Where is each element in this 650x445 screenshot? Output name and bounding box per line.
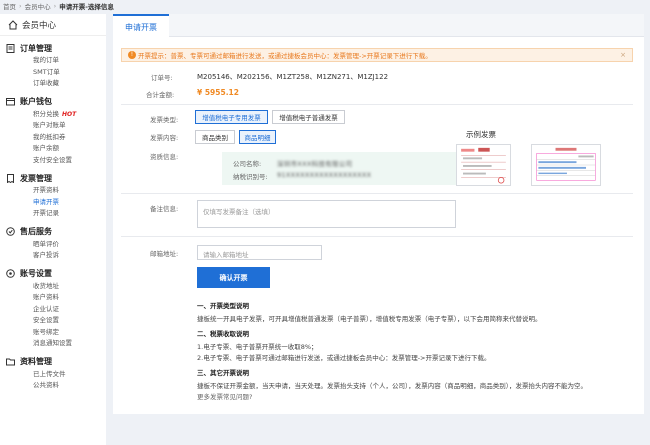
notice-banner: ! 开票提示：普票、专票可通过邮箱进行发送，或通过捷板会员中心：发票管理->开票…	[121, 48, 633, 62]
sidebar-item-invoice-records[interactable]: 开票记录	[0, 208, 106, 220]
sidebar-group-header: 账户钱包	[0, 95, 106, 109]
help-heading-1: 一、开票类型说明	[197, 302, 249, 310]
order-icon	[6, 43, 15, 53]
breadcrumb-member-center[interactable]: 会员中心	[25, 1, 51, 11]
qualification-label: 资质信息:	[150, 153, 179, 161]
sidebar-title-label: 会员中心	[22, 20, 57, 31]
sidebar-group-title: 资料管理	[20, 357, 52, 366]
invoice-icon	[7, 173, 14, 183]
sidebar-item-label: 积分兑换	[33, 109, 59, 118]
email-label: 邮箱地址:	[150, 250, 179, 258]
sidebar-group-title: 账户钱包	[20, 97, 52, 106]
sidebar-group-invoice: 发票管理 开票资料 申请开票 开票记录	[0, 171, 106, 220]
folder-icon	[6, 358, 15, 366]
sidebar-group-files: 资料管理 已上传文件 公共资料	[0, 355, 106, 392]
sidebar-group-title: 售后服务	[20, 227, 52, 236]
divider	[121, 236, 633, 237]
invoice-content-label: 发票内容:	[150, 134, 179, 142]
invoice-content-detail[interactable]: 商品明细	[239, 130, 276, 144]
sidebar-item-complaints[interactable]: 客户投诉	[0, 250, 106, 262]
sidebar-item-apply-invoice[interactable]: 申请开票	[0, 197, 106, 209]
company-name-label: 公司名称:	[233, 160, 262, 168]
tax-id-label: 纳税识别号:	[233, 173, 268, 181]
sidebar-group-header: 账号设置	[0, 267, 106, 281]
sidebar-item-binding[interactable]: 账号绑定	[0, 327, 106, 339]
sidebar-item-notifications[interactable]: 消息通知设置	[0, 338, 106, 350]
breadcrumb: 首页 › 会员中心 › 申请开票-选择信息	[0, 0, 650, 12]
help-text-2a: 1.电子专票、电子普票开票统一收取8%；	[197, 343, 318, 351]
sidebar-title[interactable]: 会员中心	[0, 14, 106, 36]
invoice-type-special[interactable]: 增值税电子专用发票	[195, 110, 268, 124]
invoice-content-category[interactable]: 商品类别	[195, 130, 235, 144]
sidebar-group-orders: 订单管理 我的订单 SMT订单 订单收藏	[0, 41, 106, 90]
sidebar-item-smt-orders[interactable]: SMT订单	[0, 67, 106, 79]
sidebar-item-coupons[interactable]: 我的抵扣券	[0, 132, 106, 144]
order-number-label: 订单号:	[151, 74, 173, 82]
divider	[121, 104, 633, 105]
warning-icon: !	[128, 51, 136, 59]
sidebar-item-my-orders[interactable]: 我的订单	[0, 55, 106, 67]
order-number-value: M205146、M202156、M1ZT258、M1ZN271、M1ZJ122	[197, 73, 389, 81]
sidebar-group-header: 售后服务	[0, 225, 106, 239]
sidebar-item-company-cert[interactable]: 企业认证	[0, 304, 106, 316]
invoice-type-label: 发票类型:	[150, 116, 179, 124]
sidebar-item-balance[interactable]: 账户余额	[0, 143, 106, 155]
help-heading-2: 二、税票收取说明	[197, 330, 249, 338]
help-text-1: 捷板统一开具电子发票，可开具增值税普通发票（电子普票），增值税专用发票（电子专票…	[197, 315, 542, 323]
sidebar-item-address[interactable]: 收货地址	[0, 281, 106, 293]
sidebar-item-payment-security[interactable]: 支付安全设置	[0, 155, 106, 167]
sidebar: 会员中心 订单管理 我的订单 SMT订单 订单收藏 账户钱包 积分兑换 HOT 账…	[0, 14, 106, 445]
tab-bar	[113, 14, 644, 37]
help-heading-3: 三、其它开票说明	[197, 369, 249, 377]
tax-id-value: 91XXXXXXXXXXXXXXXXXX	[277, 171, 372, 179]
sidebar-item-order-favorites[interactable]: 订单收藏	[0, 78, 106, 90]
sample-invoice-special-image[interactable]	[456, 144, 511, 186]
wallet-icon	[6, 98, 15, 106]
invoice-type-normal[interactable]: 增值税电子普通发票	[272, 110, 345, 124]
sidebar-item-statement[interactable]: 账户对账单	[0, 120, 106, 132]
sidebar-item-reviews[interactable]: 晒单评价	[0, 239, 106, 251]
sidebar-group-title: 账号设置	[20, 269, 52, 278]
sidebar-group-wallet: 账户钱包 积分兑换 HOT 账户对账单 我的抵扣券 账户余额 支付安全设置	[0, 95, 106, 167]
breadcrumb-current: 申请开票-选择信息	[59, 3, 114, 11]
notice-text: 开票提示：普票、专票可通过邮箱进行发送，或通过捷板会员中心：发票管理->开票记录…	[138, 52, 432, 60]
sidebar-item-points-exchange[interactable]: 积分兑换 HOT	[0, 109, 106, 121]
sidebar-item-security[interactable]: 安全设置	[0, 315, 106, 327]
qualification-info-box: 公司名称: 深圳市XXX科技有限公司 纳税识别号: 91XXXXXXXXXXXX…	[222, 152, 459, 185]
sidebar-group-after-sales: 售后服务 晒单评价 客户投诉	[0, 225, 106, 262]
sidebar-group-title: 发票管理	[20, 173, 52, 183]
sample-invoice-normal-image[interactable]	[531, 144, 601, 186]
confirm-invoice-button[interactable]: 确认开票	[197, 267, 270, 288]
hot-badge: HOT	[62, 110, 77, 118]
company-name-value: 深圳市XXX科技有限公司	[277, 160, 353, 168]
sample-invoice-label: 示例发票	[466, 130, 496, 139]
tab-apply-invoice[interactable]: 申请开票	[113, 14, 169, 38]
total-amount-value: ¥ 5955.12	[197, 88, 239, 97]
sidebar-group-title: 订单管理	[20, 43, 52, 53]
main-panel: 申请开票 ! 开票提示：普票、专票可通过邮箱进行发送，或通过捷板会员中心：发票管…	[113, 14, 644, 414]
settings-icon	[6, 269, 15, 278]
divider	[121, 193, 633, 194]
sidebar-item-uploaded-files[interactable]: 已上传文件	[0, 369, 106, 381]
remark-textarea[interactable]: 仅填写发票备注（选填）	[197, 200, 456, 228]
sidebar-group-header: 资料管理	[0, 355, 106, 369]
sidebar-item-public-files[interactable]: 公共资料	[0, 380, 106, 392]
sidebar-group-header: 发票管理	[0, 171, 106, 185]
breadcrumb-separator: ›	[53, 2, 57, 10]
remark-label: 备注信息:	[150, 205, 179, 213]
email-input[interactable]: 请输入邮箱地址	[197, 245, 322, 260]
help-text-2b: 2.电子专票、电子普票可通过邮箱进行发送，或通过捷板会员中心：发票管理->开票记…	[197, 354, 491, 362]
sidebar-item-invoice-info[interactable]: 开票资料	[0, 185, 106, 197]
breadcrumb-home[interactable]: 首页	[3, 1, 16, 11]
home-icon	[8, 20, 18, 30]
sidebar-group-header: 订单管理	[0, 41, 106, 55]
sidebar-group-account: 账号设置 收货地址 账户资料 企业认证 安全设置 账号绑定 消息通知设置	[0, 267, 106, 350]
help-text-3: 捷板不保证开票金额，当天申请，当天处理。发票抬头支持（个人，公司），发票内容（商…	[197, 382, 587, 390]
faq-link[interactable]: 更多发票常见问题?	[197, 391, 252, 401]
breadcrumb-separator: ›	[19, 2, 22, 10]
sidebar-item-profile[interactable]: 账户资料	[0, 292, 106, 304]
close-icon[interactable]: ×	[620, 51, 626, 59]
total-amount-label: 合计金额:	[146, 91, 175, 99]
service-icon	[6, 227, 15, 236]
